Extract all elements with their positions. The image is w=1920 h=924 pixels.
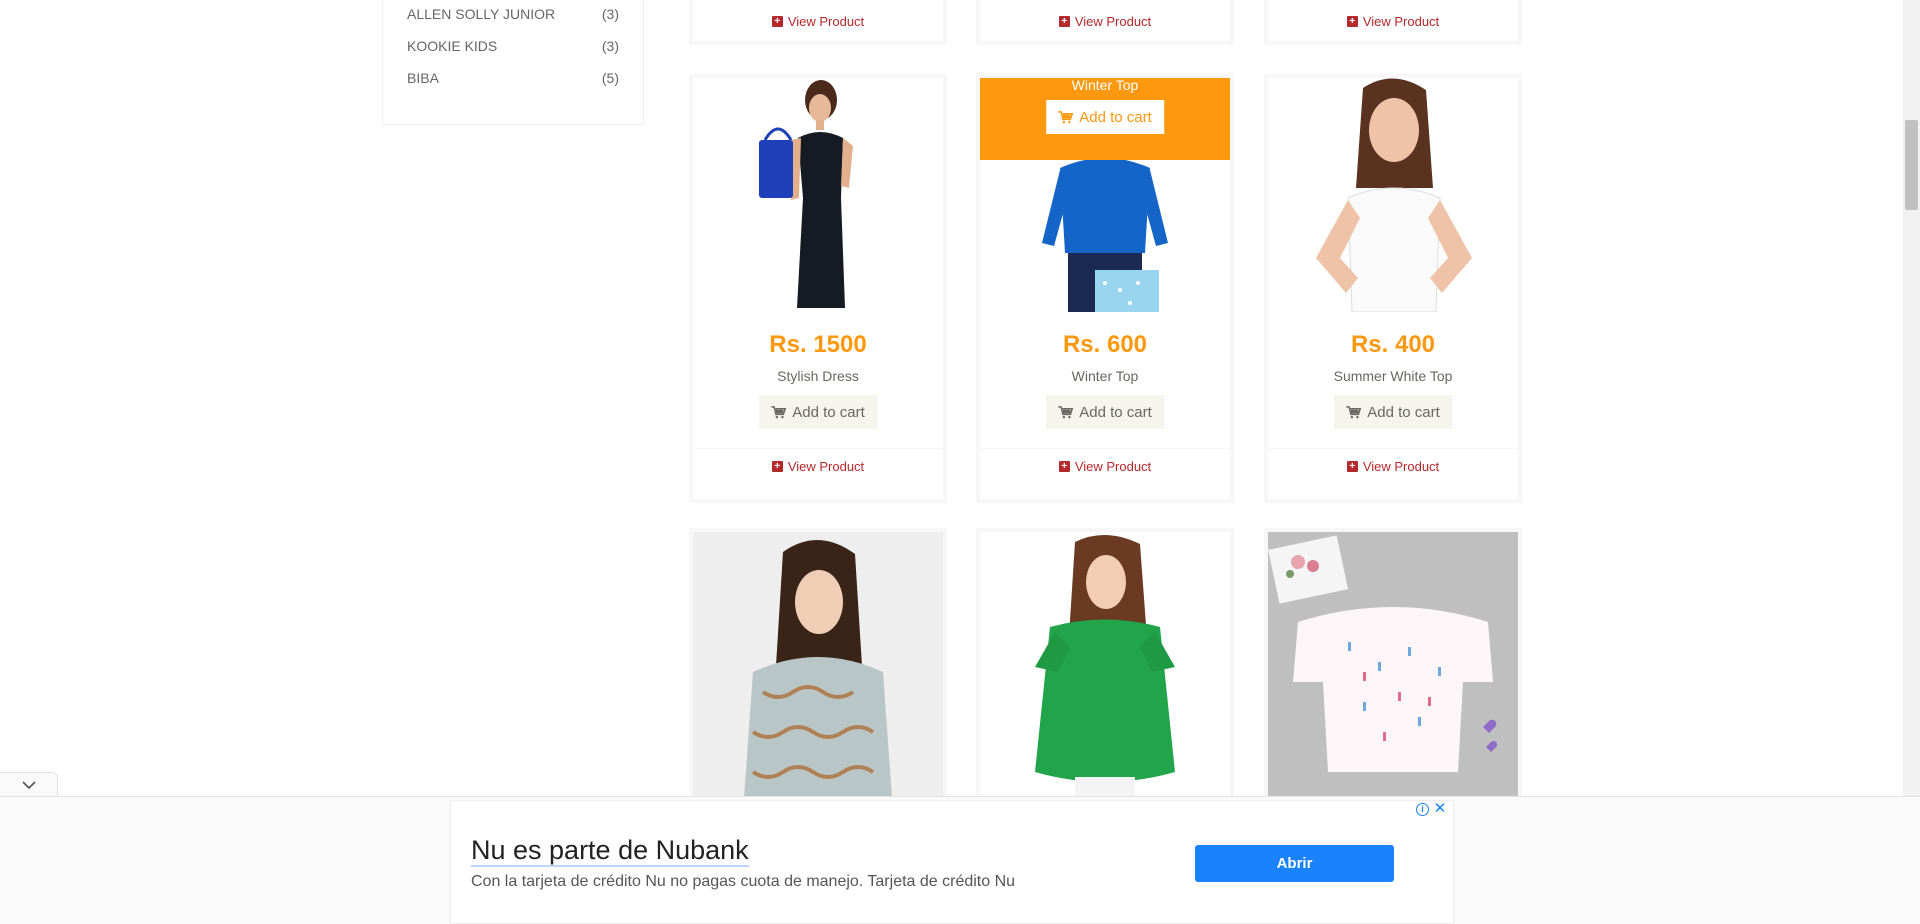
- plus-square-icon: +: [1058, 461, 1070, 472]
- plus-square-icon: +: [1346, 461, 1358, 472]
- brand-name: ALLEN SOLLY JUNIOR: [407, 6, 556, 22]
- brand-item-biba[interactable]: BIBA (5): [407, 68, 619, 88]
- brand-item-allen-solly-junior[interactable]: ALLEN SOLLY JUNIOR (3): [407, 4, 619, 24]
- product-name: Summer White Top: [1333, 368, 1453, 384]
- ad-description: Con la tarjeta de crédito Nu no pagas cu…: [471, 873, 1016, 890]
- add-to-cart-button[interactable]: Add to cart: [1334, 395, 1452, 429]
- card-footer: + View Product: [693, 0, 943, 29]
- product-image[interactable]: [693, 532, 943, 804]
- view-product-link[interactable]: + View Product: [771, 14, 865, 29]
- cart-icon: [1346, 405, 1362, 418]
- view-product-link[interactable]: + View Product: [1346, 459, 1440, 474]
- ad-info-icon[interactable]: i: [1416, 803, 1429, 816]
- view-product-label: View Product: [1074, 14, 1152, 29]
- product-image[interactable]: Winter Top Add to cart: [980, 78, 1230, 312]
- add-to-cart-label: Add to cart: [792, 403, 865, 421]
- ad-collapse-toggle[interactable]: [0, 772, 58, 797]
- add-to-cart-button[interactable]: Add to cart: [1046, 395, 1164, 429]
- brand-name: KOOKIE KIDS: [407, 38, 498, 54]
- chevron-down-icon: [21, 780, 36, 789]
- brand-count: (3): [601, 6, 619, 22]
- product-image[interactable]: [1268, 78, 1518, 312]
- view-product-link[interactable]: + View Product: [1058, 459, 1152, 474]
- ad-close-icon[interactable]: ✕: [1433, 801, 1447, 817]
- add-to-cart-label: Add to cart: [1079, 403, 1152, 421]
- plus-square-icon: +: [1346, 16, 1358, 27]
- card-footer: + View Product: [693, 448, 943, 499]
- view-product-label: View Product: [787, 459, 865, 474]
- product-card-bottom-2: [976, 528, 1234, 808]
- card-footer: + View Product: [1268, 0, 1518, 29]
- product-name: Winter Top: [1071, 368, 1139, 384]
- product-card-top-1: + View Product: [689, 0, 947, 45]
- overlay-add-to-cart-button[interactable]: Add to cart: [1046, 100, 1164, 134]
- ad-title[interactable]: Nu es parte de Nubank: [471, 835, 749, 867]
- product-image[interactable]: [693, 78, 943, 312]
- view-product-label: View Product: [787, 14, 865, 29]
- page-scrollbar[interactable]: [1903, 0, 1920, 798]
- product-name: Stylish Dress: [777, 368, 859, 384]
- product-hover-overlay: Winter Top Add to cart: [980, 78, 1230, 160]
- brand-name: BIBA: [407, 70, 439, 86]
- product-card-top-2: + View Product: [976, 0, 1234, 45]
- cart-icon: [1058, 110, 1074, 123]
- view-product-link[interactable]: + View Product: [1346, 14, 1440, 29]
- plus-square-icon: +: [1058, 16, 1070, 27]
- ad-banner[interactable]: Nu es parte de Nubank Con la tarjeta de …: [450, 800, 1454, 924]
- view-product-label: View Product: [1362, 459, 1440, 474]
- product-card-bottom-3: [1264, 528, 1522, 808]
- product-card-stylish-dress: Rs. 1500 Stylish Dress Add to cart + Vie…: [689, 74, 947, 503]
- plus-square-icon: +: [771, 16, 783, 27]
- scrollbar-thumb[interactable]: [1905, 120, 1918, 210]
- add-to-cart-label: Add to cart: [1367, 403, 1440, 421]
- product-card-winter-top: Winter Top Add to cart Rs. 600 Winter To…: [976, 74, 1234, 503]
- product-image[interactable]: [980, 532, 1230, 804]
- add-to-cart-label: Add to cart: [1079, 108, 1152, 126]
- product-image[interactable]: [1268, 532, 1518, 804]
- overlay-product-name: Winter Top: [1071, 78, 1139, 93]
- view-product-link[interactable]: + View Product: [771, 459, 865, 474]
- view-product-label: View Product: [1074, 459, 1152, 474]
- plus-square-icon: +: [771, 461, 783, 472]
- ad-open-button[interactable]: Abrir: [1195, 845, 1394, 882]
- view-product-link[interactable]: + View Product: [1058, 14, 1152, 29]
- cart-icon: [771, 405, 787, 418]
- brand-count: (3): [601, 38, 619, 54]
- product-card-bottom-1: [689, 528, 947, 808]
- brands-panel: ALLEN SOLLY JUNIOR (3) KOOKIE KIDS (3) B…: [382, 0, 644, 125]
- product-price: Rs. 600: [1062, 331, 1148, 358]
- brand-item-kookie-kids[interactable]: KOOKIE KIDS (3): [407, 36, 619, 56]
- brand-count: (5): [601, 70, 619, 86]
- cart-icon: [1058, 405, 1074, 418]
- product-card-top-3: + View Product: [1264, 0, 1522, 45]
- product-price: Rs. 400: [1350, 331, 1436, 358]
- add-to-cart-button[interactable]: Add to cart: [759, 395, 877, 429]
- product-price: Rs. 1500: [769, 331, 867, 358]
- view-product-label: View Product: [1362, 14, 1440, 29]
- card-footer: + View Product: [1268, 448, 1518, 499]
- product-card-summer-white-top: Rs. 400 Summer White Top Add to cart + V…: [1264, 74, 1522, 503]
- card-footer: + View Product: [980, 448, 1230, 499]
- card-footer: + View Product: [980, 0, 1230, 29]
